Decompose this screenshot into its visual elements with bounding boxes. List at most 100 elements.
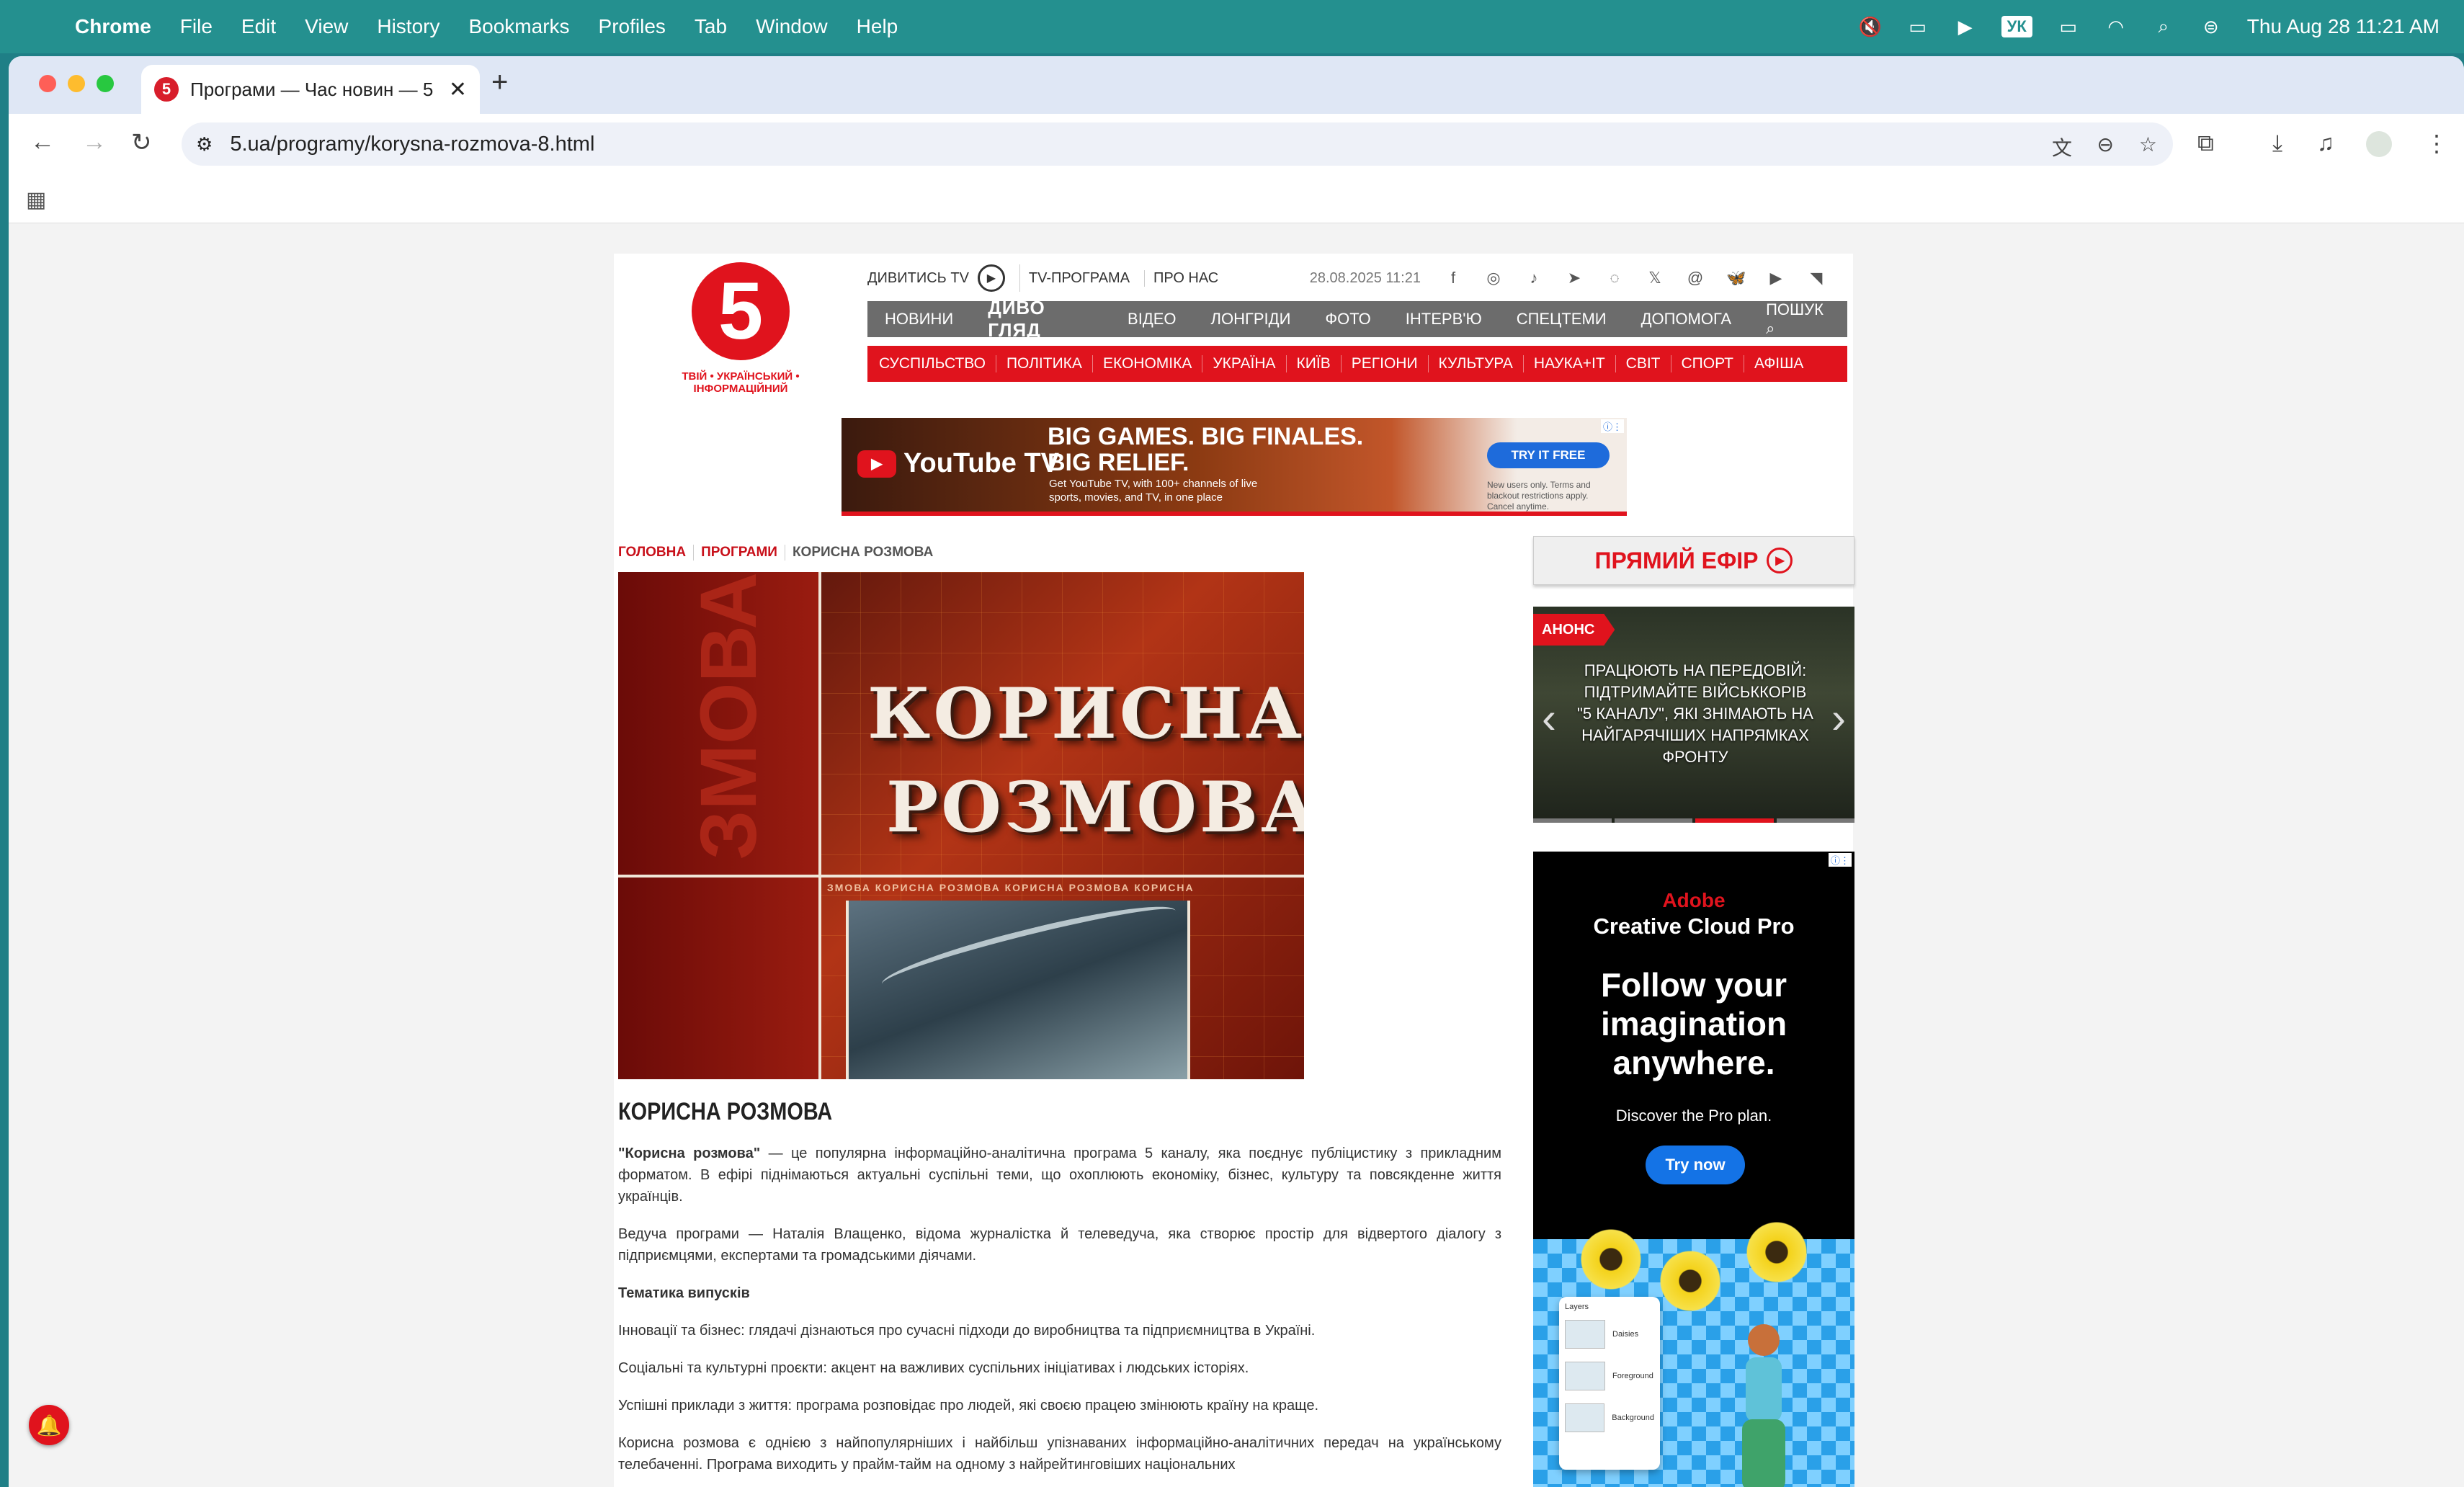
facebook-icon[interactable]: f [1444,269,1463,287]
nav-news[interactable]: НОВИНИ [885,310,953,329]
watch-tv-label: ДИВИТИСЬ TV [867,269,969,286]
cat-regions[interactable]: РЕГІОНИ [1352,355,1429,372]
carousel-next-icon[interactable]: › [1831,693,1846,743]
cat-kyiv[interactable]: КИЇВ [1297,355,1342,372]
media-control-icon[interactable]: ♫ [2317,130,2334,156]
mute-icon[interactable]: 🔇 [1858,16,1881,37]
cat-politics[interactable]: ПОЛІТИКА [1006,355,1093,372]
menu-tab[interactable]: Tab [695,15,727,38]
keyboard-layout-badge[interactable]: УК [2001,16,2032,37]
more-menu-icon[interactable]: ⋮ [2425,130,2448,157]
menu-profiles[interactable]: Profiles [599,15,666,38]
menu-view[interactable]: View [305,15,348,38]
cat-sport[interactable]: СПОРТ [1682,355,1745,372]
instagram-icon[interactable]: ◎ [1484,269,1503,287]
menu-edit[interactable]: Edit [241,15,276,38]
logo-circle: 5 [692,262,790,360]
minimize-window-button[interactable] [68,75,85,92]
display-icon[interactable]: ▭ [1906,16,1929,37]
ad-choices-icon[interactable]: ⓘ⋮ [1828,853,1852,867]
media-play-icon[interactable]: ▶ [1954,16,1977,37]
site-logo[interactable]: 5 ТВІЙ • УКРАЇНСЬКИЙ • ІНФОРМАЦІЙНИЙ [647,262,834,395]
breadcrumb-home[interactable]: ГОЛОВНА [618,545,695,561]
carousel-dot[interactable] [1776,818,1854,823]
whatsapp-icon[interactable]: ◌ [1605,269,1624,287]
cat-economy[interactable]: ЕКОНОМІКА [1103,355,1203,372]
adobe-cta-button[interactable]: Try now [1646,1146,1745,1184]
page-viewport: 5 ТВІЙ • УКРАЇНСЬКИЙ • ІНФОРМАЦІЙНИЙ ДИВ… [9,223,2464,1487]
nav-video[interactable]: ВІДЕО [1128,310,1176,329]
battery-icon[interactable]: ▭ [2057,16,2080,37]
wifi-icon[interactable]: ◠ [2104,16,2128,37]
youtube-icon[interactable]: ▶ [1767,269,1785,287]
notification-bell-icon[interactable]: 🔔 [29,1405,69,1445]
watch-tv-link[interactable]: ДИВИТИСЬ TV ▶ [867,264,1020,292]
download-icon[interactable]: ⤓ [2272,130,2282,157]
breadcrumb-programs[interactable]: ПРОГРАМИ [701,545,785,561]
ad-choices-icon[interactable]: ⓘ⋮ [1600,419,1624,433]
cat-ukraine[interactable]: УКРАЇНА [1213,355,1287,372]
reload-icon[interactable]: ↻ [131,128,152,157]
announcement-label: АНОНС [1533,614,1615,646]
apps-grid-icon[interactable]: ▦ [26,187,46,213]
threads-icon[interactable]: @ [1686,269,1705,287]
x-twitter-icon[interactable]: 𝕏 [1646,269,1664,287]
browser-tab-active[interactable]: 5 Програми — Час новин — 5 ✕ [141,65,480,114]
menu-window[interactable]: Window [756,15,828,38]
menu-history[interactable]: History [377,15,439,38]
adobe-ad-banner[interactable]: ⓘ⋮ Adobe Creative Cloud Pro Follow your … [1533,852,1854,1487]
search-button[interactable]: ПОШУК ⌕ [1766,300,1830,338]
carousel-dot[interactable] [1533,818,1612,823]
site-page: 5 ТВІЙ • УКРАЇНСЬКИЙ • ІНФОРМАЦІЙНИЙ ДИВ… [614,254,1854,1487]
bookmark-star-icon[interactable]: ☆ [2139,133,2157,156]
program-hero-image: ЗМОВА ЗМОВА КОРИСНА РОЗМОВА КОРИСНА РОЗМ… [618,572,1304,1079]
address-bar[interactable]: ⚙ 5.ua/programy/korysna-rozmova-8.html 文… [182,122,2173,166]
close-tab-icon[interactable]: ✕ [449,77,467,102]
site-info-icon[interactable]: ⚙ [196,133,213,156]
carousel-prev-icon[interactable]: ‹ [1542,693,1556,743]
nav-special[interactable]: СПЕЦТЕМИ [1517,310,1607,329]
menu-bookmarks[interactable]: Bookmarks [468,15,569,38]
spotlight-search-icon[interactable]: ⌕ [2152,15,2175,37]
menubar-datetime[interactable]: Thu Aug 28 11:21 AM [2247,15,2440,38]
url-text[interactable]: 5.ua/programy/korysna-rozmova-8.html [230,133,594,156]
zoom-window-button[interactable] [97,75,114,92]
control-center-icon[interactable]: ⊜ [2200,16,2223,37]
nav-photo[interactable]: ФОТО [1325,310,1370,329]
menu-app-name[interactable]: Chrome [75,15,151,38]
layer-name: Foreground [1612,1372,1653,1380]
nav-help[interactable]: ДОПОМОГА [1641,310,1732,329]
cat-afisha[interactable]: АФІША [1754,355,1813,372]
about-link[interactable]: ПРО НАС [1153,270,1233,287]
cat-world[interactable]: СВІТ [1626,355,1671,372]
nav-longreads[interactable]: ЛОНГРІДИ [1211,310,1291,329]
announcement-carousel[interactable]: АНОНС ПРАЦЮЮТЬ НА ПЕРЕДОВІЙ: ПІДТРИМАЙТЕ… [1533,607,1854,823]
youtube-tv-ad-banner[interactable]: ▶ YouTube TV BIG GAMES. BIG FINALES. BIG R… [842,418,1627,516]
announcement-text[interactable]: ПРАЦЮЮТЬ НА ПЕРЕДОВІЙ: ПІДТРИМАЙТЕ ВІЙСЬ… [1576,660,1814,768]
carousel-dot[interactable] [1614,818,1692,823]
telegram-icon[interactable]: ➤ [1565,269,1584,287]
cat-society[interactable]: СУСПІЛЬСТВО [879,355,996,372]
bluesky-icon[interactable]: 🦋 [1726,269,1746,287]
back-icon[interactable]: ← [30,128,55,156]
tiktok-icon[interactable]: ♪ [1525,269,1543,287]
live-stream-button[interactable]: ПРЯМИЙ ЕФІР ▶ [1533,536,1854,585]
cat-science-it[interactable]: НАУКА+IT [1534,355,1616,372]
ad-cta-button[interactable]: TRY IT FREE [1487,442,1610,468]
profile-avatar[interactable] [2366,131,2392,157]
rss-icon[interactable]: ◥ [1807,269,1826,287]
menu-file[interactable]: File [180,15,213,38]
translate-icon[interactable]: 文 [2052,133,2072,161]
nav-divo-glyad[interactable]: ДИВО ГЛЯД [988,297,1093,341]
menu-help[interactable]: Help [857,15,898,38]
tv-program-link[interactable]: TV-ПРОГРАМА [1029,269,1146,287]
new-tab-icon[interactable]: + [491,66,508,99]
side-panel-icon[interactable]: ⧉ [2197,130,2214,157]
zoom-icon[interactable]: ⊖ [2097,133,2114,156]
forward-icon[interactable]: → [82,128,107,156]
nav-interview[interactable]: ІНТЕРВ'Ю [1406,310,1482,329]
close-window-button[interactable] [39,75,56,92]
adobe-brand: Adobe [1662,889,1726,911]
carousel-dot-active[interactable] [1695,818,1774,823]
cat-culture[interactable]: КУЛЬТУРА [1439,355,1524,372]
